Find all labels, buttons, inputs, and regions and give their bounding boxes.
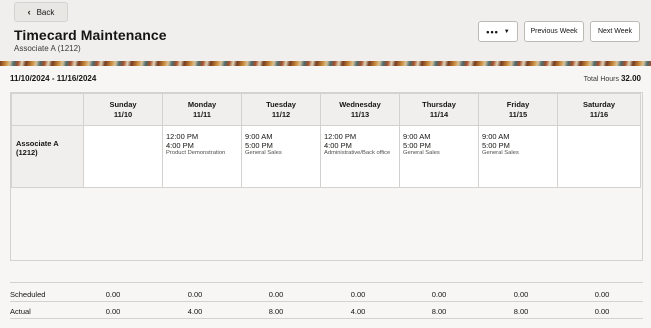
day-date: 11/15 — [508, 109, 528, 119]
day-name: Tuesday — [266, 99, 296, 109]
back-button[interactable]: ‹ Back — [14, 2, 68, 22]
scheduled-value: 0.00 — [594, 290, 610, 299]
shift-end: 5:00 PM — [403, 141, 431, 150]
shift-department: General Sales — [403, 150, 440, 156]
day-date: 11/14 — [429, 109, 449, 119]
summary-divider — [10, 318, 643, 319]
actual-value: 4.00 — [350, 307, 366, 316]
day-name: Monday — [187, 99, 217, 109]
shift-cell-sunday[interactable] — [83, 125, 163, 188]
caret-down-icon: ▼ — [503, 28, 510, 35]
summary-divider — [10, 301, 643, 302]
shift-department: Administrative/Back office — [324, 150, 391, 156]
shift-start: 12:00 PM — [166, 132, 199, 141]
shift-start: 9:00 AM — [403, 132, 431, 141]
scheduled-value: 0.00 — [350, 290, 366, 299]
date-range: 11/10/2024 - 11/16/2024 — [10, 74, 97, 83]
scheduled-value: 0.00 — [268, 290, 284, 299]
day-header: Sunday 11/10 — [83, 93, 163, 126]
shift-department: General Sales — [245, 150, 282, 156]
actual-value: 0.00 — [105, 307, 121, 316]
scheduled-value: 0.00 — [513, 290, 529, 299]
actual-value: 8.00 — [431, 307, 447, 316]
scheduled-label: Scheduled — [10, 290, 46, 299]
corner-cell — [11, 93, 84, 126]
actual-value: 4.00 — [187, 307, 203, 316]
chevron-left-icon: ‹ — [27, 7, 31, 17]
day-header: Wednesday 11/13 — [320, 93, 400, 126]
actual-value: 8.00 — [268, 307, 284, 316]
employee-name: Associate A — [16, 139, 59, 148]
actual-value: 8.00 — [513, 307, 529, 316]
shift-cell-saturday[interactable] — [557, 125, 641, 188]
total-hours-label: Total Hours — [583, 76, 620, 83]
more-actions-button[interactable]: ••• ▼ — [478, 21, 518, 42]
shift-start: 9:00 AM — [245, 132, 273, 141]
day-date: 11/12 — [271, 109, 291, 119]
day-name: Thursday — [422, 99, 456, 109]
page-subtitle: Associate A (1212) — [14, 44, 81, 53]
shift-end: 5:00 PM — [482, 141, 510, 150]
day-header: Saturday 11/16 — [557, 93, 641, 126]
shift-end: 5:00 PM — [245, 141, 273, 150]
day-name: Friday — [506, 99, 530, 109]
next-week-button[interactable]: Next Week — [590, 21, 640, 42]
scheduled-value: 0.00 — [187, 290, 203, 299]
actual-label: Actual — [10, 307, 31, 316]
day-header: Friday 11/15 — [478, 93, 558, 126]
back-label: Back — [36, 7, 55, 17]
shift-cell-friday[interactable]: 9:00 AM 5:00 PM General Sales — [478, 125, 558, 188]
shift-cell-monday[interactable]: 12:00 PM 4:00 PM Product Demonstration — [162, 125, 242, 188]
day-name: Wednesday — [339, 99, 381, 109]
day-date: 11/13 — [350, 109, 370, 119]
shift-department: Product Demonstration — [166, 150, 226, 156]
previous-week-button[interactable]: Previous Week — [524, 21, 584, 42]
day-date: 11/11 — [193, 109, 211, 119]
scheduled-value: 0.00 — [105, 290, 121, 299]
total-hours-value: 32.00 — [620, 74, 641, 83]
day-name: Sunday — [109, 99, 137, 109]
day-header: Tuesday 11/12 — [241, 93, 321, 126]
shift-department: General Sales — [482, 150, 519, 156]
employee-row: Associate A (1212) 12:00 PM 4:00 PM Prod… — [11, 125, 641, 188]
shift-cell-tuesday[interactable]: 9:00 AM 5:00 PM General Sales — [241, 125, 321, 188]
day-header: Monday 11/11 — [162, 93, 242, 126]
shift-cell-wednesday[interactable]: 12:00 PM 4:00 PM Administrative/Back off… — [320, 125, 400, 188]
shift-cell-thursday[interactable]: 9:00 AM 5:00 PM General Sales — [399, 125, 479, 188]
day-header-row: Sunday 11/10 Monday 11/11 Tuesday 11/12 Wed… — [11, 93, 641, 126]
day-date: 11/16 — [589, 109, 609, 119]
shift-start: 9:00 AM — [482, 132, 510, 141]
employee-id: (1212) — [16, 148, 38, 157]
decorative-banner — [0, 61, 651, 66]
shift-start: 12:00 PM — [324, 132, 357, 141]
more-icon: ••• — [486, 26, 499, 37]
timecard-grid: Sunday 11/10 Monday 11/11 Tuesday 11/12 Wed… — [10, 92, 643, 261]
day-date: 11/10 — [113, 109, 133, 119]
shift-end: 4:00 PM — [166, 141, 194, 150]
day-header: Thursday 11/14 — [399, 93, 479, 126]
employee-cell: Associate A (1212) — [11, 125, 84, 188]
day-name: Saturday — [582, 99, 616, 109]
scheduled-value: 0.00 — [431, 290, 447, 299]
actual-value: 0.00 — [594, 307, 610, 316]
summary-divider — [10, 282, 643, 283]
page-title: Timecard Maintenance — [14, 27, 167, 43]
page-header: ‹ Back Timecard Maintenance Associate A … — [0, 0, 651, 61]
shift-end: 4:00 PM — [324, 141, 352, 150]
total-hours: Total Hours 32.00 — [584, 74, 641, 83]
